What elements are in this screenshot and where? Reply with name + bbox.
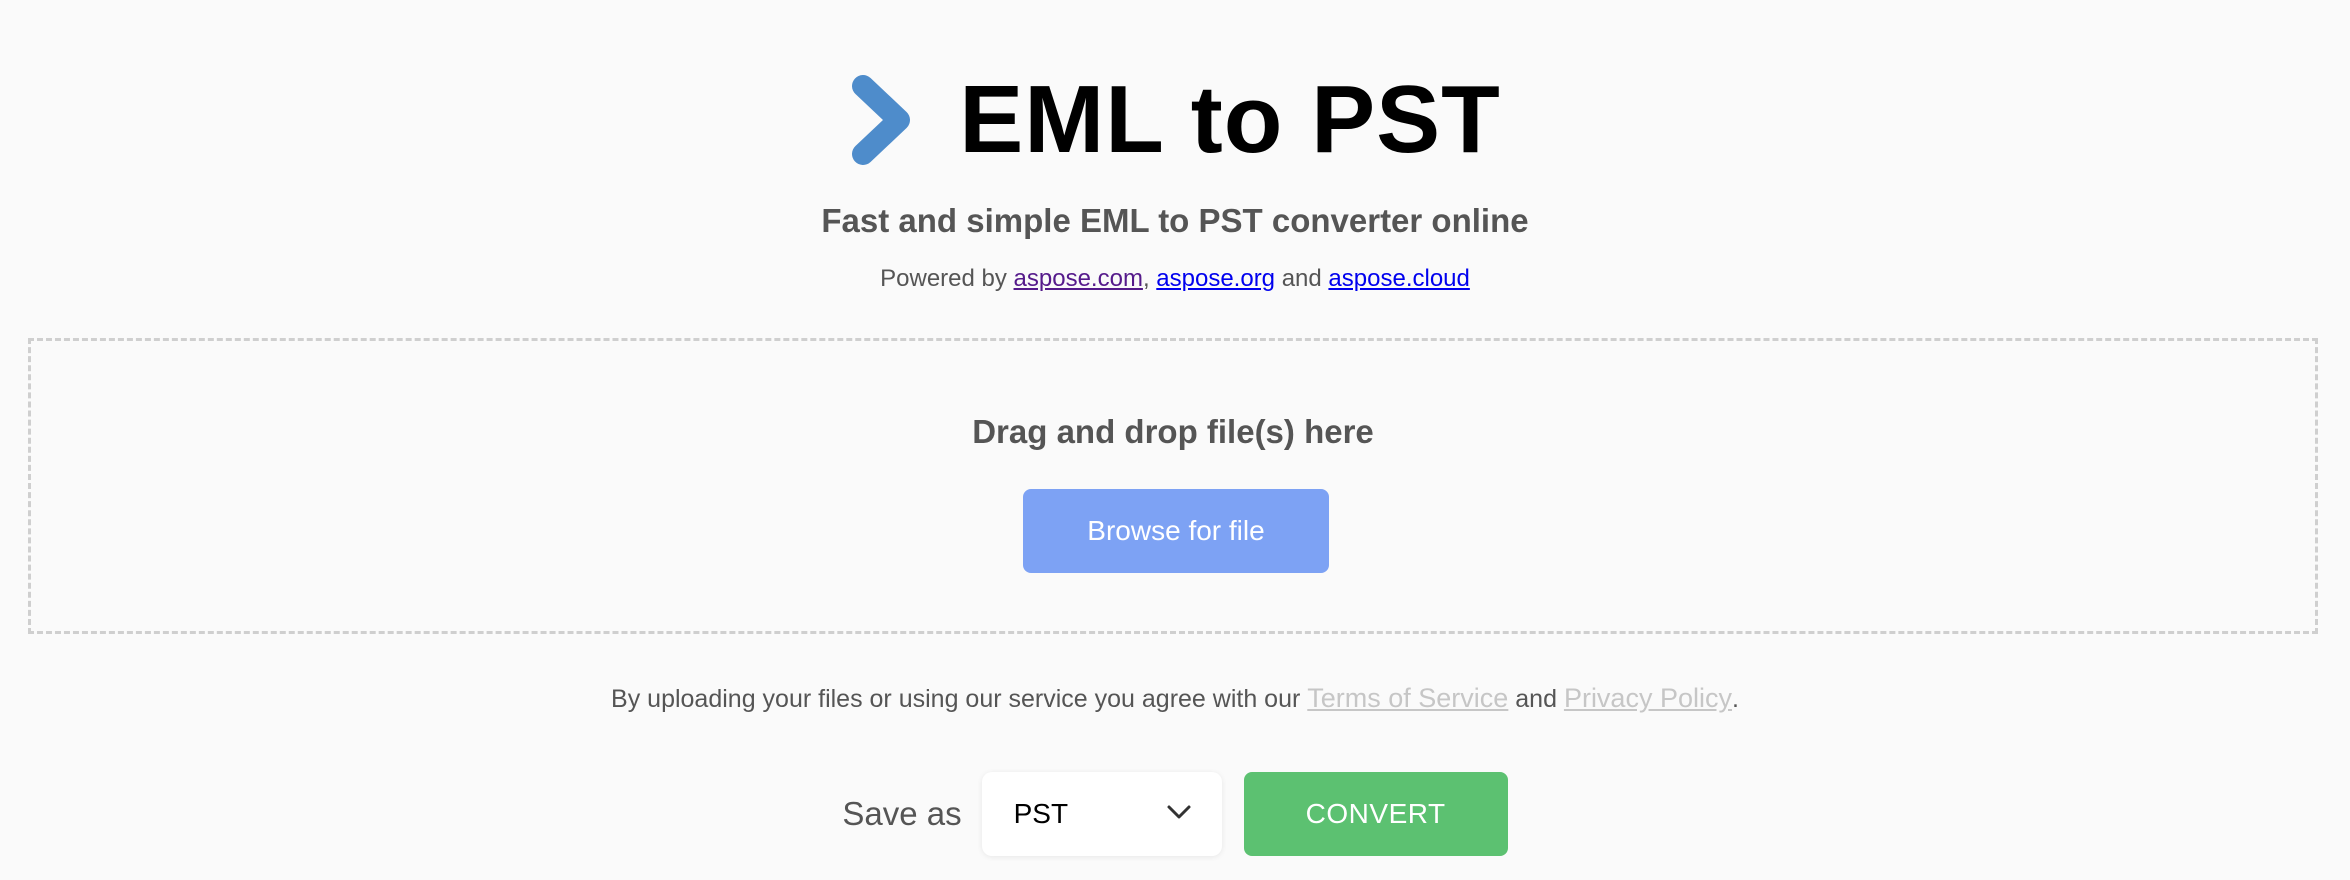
chevron-down-icon [1166, 804, 1192, 825]
terms-suffix: . [1731, 685, 1739, 713]
format-select-value: PST [1013, 798, 1069, 829]
terms-notice: By uploading your files or using our ser… [0, 683, 2350, 714]
terms-and: and [1508, 685, 1564, 713]
aspose-com-link[interactable]: aspose.com [1014, 265, 1143, 292]
aspose-cloud-link[interactable]: aspose.cloud [1328, 265, 1469, 292]
powered-by-sep2: and [1275, 265, 1329, 292]
save-row: Save as PST CONVERT [0, 772, 2350, 856]
convert-button[interactable]: CONVERT [1243, 772, 1508, 856]
header: EML to PST [0, 60, 2350, 180]
file-dropzone[interactable]: Drag and drop file(s) here Browse for fi… [28, 338, 2318, 634]
powered-by-prefix: Powered by [880, 265, 1014, 292]
powered-by-sep1: , [1142, 265, 1157, 292]
page-subtitle: Fast and simple EML to PST converter onl… [821, 202, 1529, 239]
format-select[interactable]: PST [981, 772, 1222, 856]
page-title: EML to PST [959, 66, 1501, 173]
privacy-policy-link[interactable]: Privacy Policy [1564, 683, 1732, 713]
terms-prefix: By uploading your files or using our ser… [611, 685, 1308, 713]
browse-file-button[interactable]: Browse for file [1023, 489, 1329, 573]
dropzone-text: Drag and drop file(s) here [972, 413, 1374, 450]
terms-of-service-link[interactable]: Terms of Service [1307, 683, 1508, 713]
powered-by: Powered by aspose.com, aspose.org and as… [0, 265, 2350, 293]
chevron-right-icon [849, 70, 919, 170]
aspose-org-link[interactable]: aspose.org [1156, 265, 1275, 292]
save-as-label: Save as [842, 795, 962, 832]
